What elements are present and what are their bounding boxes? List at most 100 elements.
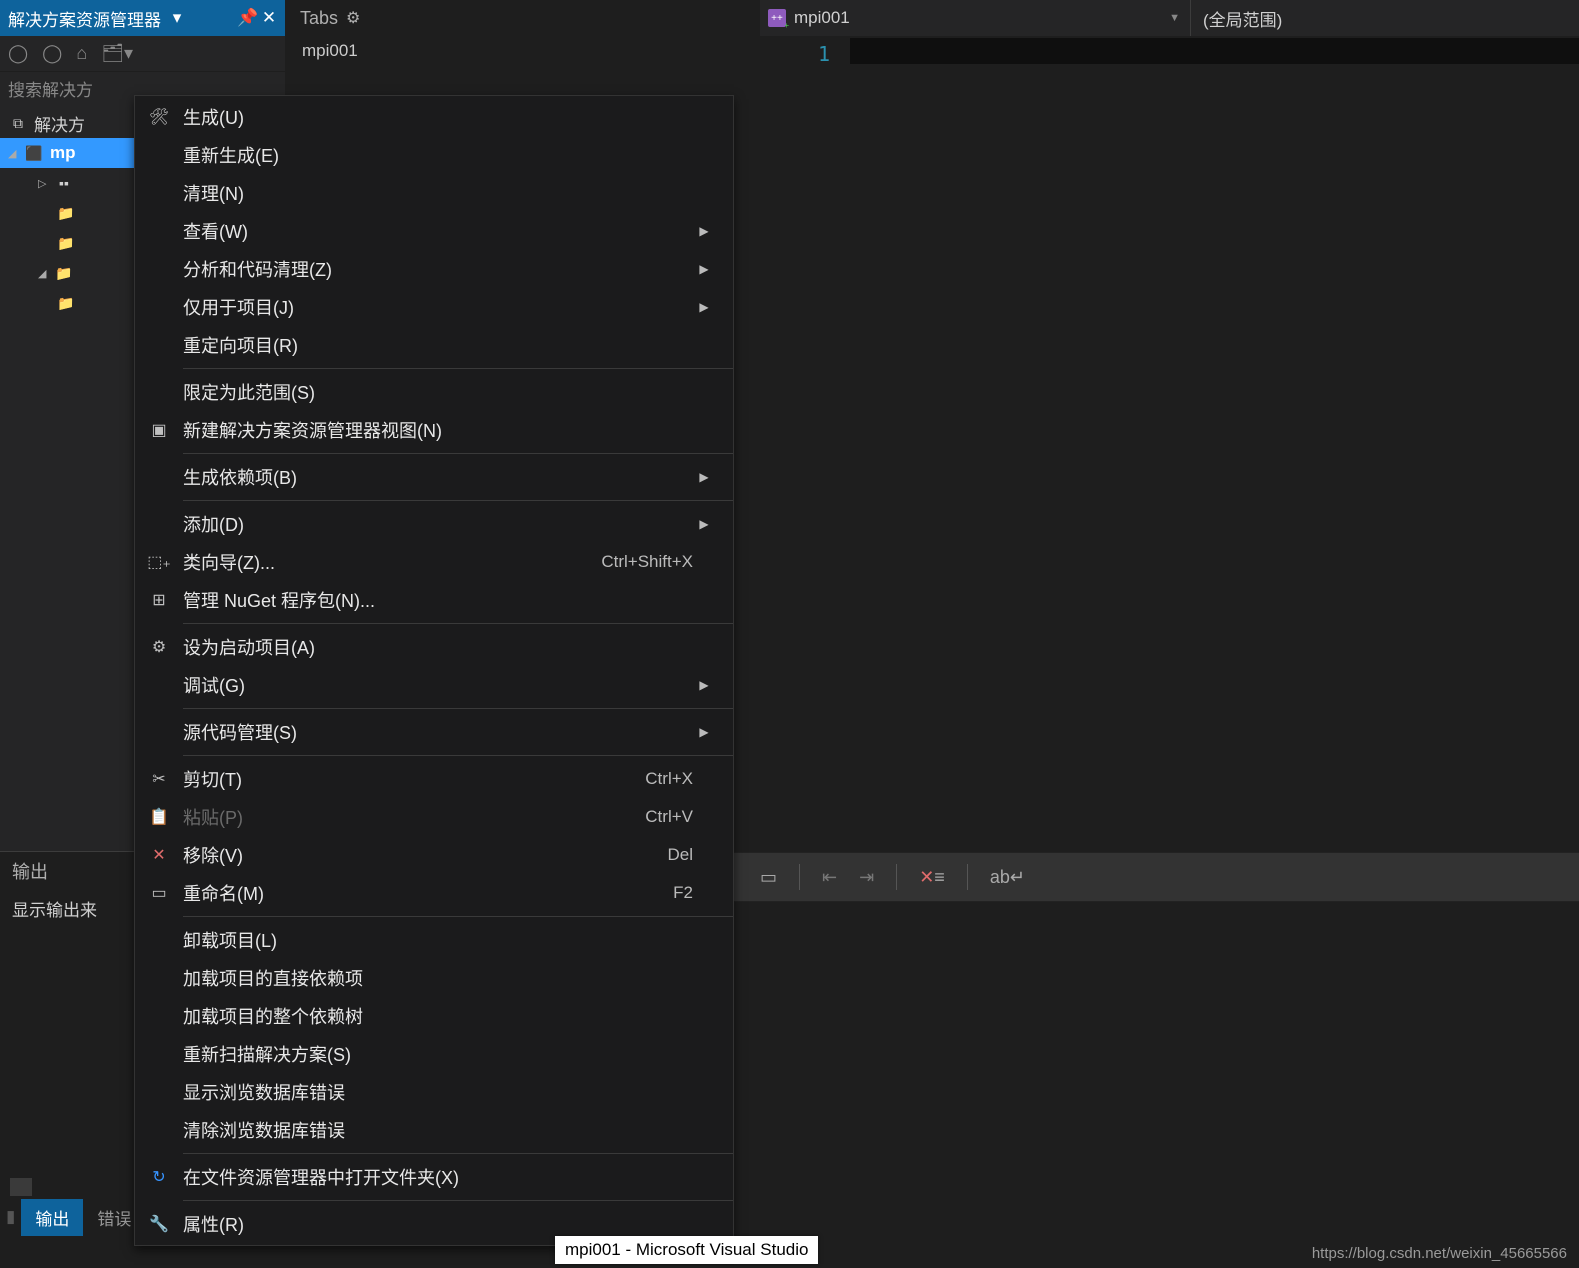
cpp-project-icon: ⬛ (24, 144, 44, 162)
wizard-icon: ⬚₊ (135, 552, 183, 572)
newview-icon: ▣ (135, 420, 183, 440)
folder-icon: 📁 (56, 204, 76, 222)
menu-item[interactable]: 查看(W) ▶ (135, 212, 733, 250)
menu-item[interactable]: ✕移除(V)Del (135, 836, 733, 874)
dropdown-icon[interactable]: ▾ (169, 8, 185, 28)
folder-icon: 📁 (54, 264, 74, 282)
references-icon: ▪▪ (54, 174, 74, 192)
expand-icon[interactable]: ◢ (38, 267, 54, 280)
watermark: https://blog.csdn.net/weixin_45665566 (1312, 1245, 1567, 1262)
menu-item[interactable]: 分析和代码清理(Z) ▶ (135, 250, 733, 288)
line-number: 1 (760, 38, 850, 66)
menu-item[interactable]: ✂剪切(T)Ctrl+X (135, 760, 733, 798)
menu-item-label: 新建解决方案资源管理器视图(N) (183, 417, 673, 443)
menu-separator (183, 708, 733, 709)
menu-item[interactable]: 清除浏览数据库错误 (135, 1111, 733, 1149)
menu-item-label: 加载项目的直接依赖项 (183, 965, 673, 991)
expand-icon[interactable]: ◢ (8, 147, 24, 160)
menu-item-label: 调试(G) (183, 672, 673, 698)
submenu-arrow-icon: ▶ (693, 224, 715, 238)
menu-item-label: 添加(D) (183, 511, 673, 537)
menu-item[interactable]: 限定为此范围(S) (135, 373, 733, 411)
menu-item-label: 分析和代码清理(Z) (183, 256, 673, 282)
menu-item-label: 查看(W) (183, 218, 673, 244)
rename-icon: ▭ (135, 883, 183, 903)
wrap-icon[interactable]: ab↵ (990, 867, 1025, 888)
menu-item[interactable]: 源代码管理(S)▶ (135, 713, 733, 751)
menu-separator (183, 368, 733, 369)
switch-view-icon[interactable]: 🗂▾ (101, 43, 133, 64)
menu-item-label: 剪切(T) (183, 766, 625, 792)
gear-icon: ⚙ (135, 637, 183, 657)
bottom-tabs: ▮ 输出 错误 (0, 1200, 145, 1234)
code-text[interactable] (850, 38, 1579, 64)
menu-item-label: 在文件资源管理器中打开文件夹(X) (183, 1164, 673, 1190)
menu-item-label: 源代码管理(S) (183, 719, 673, 745)
submenu-arrow-icon: ▶ (693, 678, 715, 692)
menu-separator (183, 916, 733, 917)
menu-item-label: 重新扫描解决方案(S) (183, 1041, 673, 1067)
submenu-arrow-icon: ▶ (693, 262, 715, 276)
menu-item-label: 类向导(Z)... (183, 549, 581, 575)
menu-item[interactable]: ▭重命名(M)F2 (135, 874, 733, 912)
menu-item-label: 清理(N) (183, 180, 673, 206)
menu-item: 📋粘贴(P)Ctrl+V (135, 798, 733, 836)
menu-item[interactable]: 重新生成(E) (135, 136, 733, 174)
back-icon[interactable]: ◯ (8, 43, 28, 64)
menu-item-label: 移除(V) (183, 842, 647, 868)
indent-left-icon[interactable]: ⇤ (822, 867, 837, 888)
editor-scope-dropdown[interactable]: (全局范围) (1190, 0, 1312, 36)
menu-item[interactable]: ▣新建解决方案资源管理器视图(N) (135, 411, 733, 449)
gear-icon[interactable]: ⚙ (346, 8, 360, 28)
close-icon[interactable]: ✕ (261, 8, 277, 28)
indent-right-icon[interactable]: ⇥ (859, 867, 874, 888)
menu-item[interactable]: ⚙设为启动项目(A) (135, 628, 733, 666)
editor-file-dropdown[interactable]: ++ mpi001 ▼ (760, 8, 1190, 28)
menu-separator (183, 755, 733, 756)
menu-separator (183, 1153, 733, 1154)
menu-item[interactable]: 显示浏览数据库错误 (135, 1073, 733, 1111)
menu-item[interactable]: ↻在文件资源管理器中打开文件夹(X) (135, 1158, 733, 1196)
menu-item[interactable]: ⬚₊类向导(Z)...Ctrl+Shift+X (135, 543, 733, 581)
home-icon[interactable]: ⌂ (76, 43, 87, 64)
menu-item[interactable]: 生成依赖项(B)▶ (135, 458, 733, 496)
submenu-arrow-icon: ▶ (693, 300, 715, 314)
menu-separator (183, 453, 733, 454)
menu-item[interactable]: 重新扫描解决方案(S) (135, 1035, 733, 1073)
tree-root-label: 解决方 (34, 111, 85, 136)
solution-explorer-header: 解决方案资源管理器 ▾ 📌 ✕ (0, 0, 285, 36)
menu-item[interactable]: 仅用于项目(J)▶ (135, 288, 733, 326)
forward-icon[interactable]: ◯ (42, 43, 62, 64)
solution-icon: ⧉ (8, 114, 28, 132)
menu-separator (183, 500, 733, 501)
build-icon: 🛠 (135, 107, 183, 127)
menu-item-shortcut: Ctrl+X (645, 769, 693, 789)
pin-icon[interactable]: 📌 (237, 8, 253, 28)
menu-item[interactable]: 重定向项目(R) (135, 326, 733, 364)
menu-item[interactable]: 加载项目的整个依赖树 (135, 997, 733, 1035)
menu-item-label: 加载项目的整个依赖树 (183, 1003, 673, 1029)
menu-item[interactable]: 加载项目的直接依赖项 (135, 959, 733, 997)
menu-item[interactable]: 🛠生成(U) (135, 98, 733, 136)
toolbar-icon[interactable]: ▭ (760, 867, 777, 888)
scrollbar-thumb[interactable] (10, 1178, 32, 1196)
open-icon: ↻ (135, 1167, 183, 1187)
expand-icon[interactable]: ▷ (38, 177, 54, 190)
project-context-menu: 🛠生成(U)重新生成(E)清理(N)查看(W)▶分析和代码清理(Z)▶仅用于项目… (134, 95, 734, 1246)
code-line[interactable]: 1 (760, 38, 1579, 66)
menu-item-label: 生成(U) (183, 104, 673, 130)
chevron-down-icon: ▼ (1169, 12, 1180, 24)
menu-item-label: 卸载项目(L) (183, 927, 673, 953)
menu-item[interactable]: ⊞管理 NuGet 程序包(N)... (135, 581, 733, 619)
editor-file-label: mpi001 (794, 8, 850, 28)
menu-item[interactable]: 添加(D)▶ (135, 505, 733, 543)
menu-item[interactable]: 清理(N) (135, 174, 733, 212)
menu-item-shortcut: Del (667, 845, 693, 865)
tab-output[interactable]: 输出 (21, 1199, 83, 1236)
menu-item-label: 重新生成(E) (183, 142, 673, 168)
clear-icon[interactable]: ✕≡ (919, 867, 945, 888)
menu-item[interactable]: 调试(G) ▶ (135, 666, 733, 704)
menu-item-label: 重定向项目(R) (183, 332, 673, 358)
menu-item[interactable]: 卸载项目(L) (135, 921, 733, 959)
tabs-title: Tabs (300, 8, 338, 29)
